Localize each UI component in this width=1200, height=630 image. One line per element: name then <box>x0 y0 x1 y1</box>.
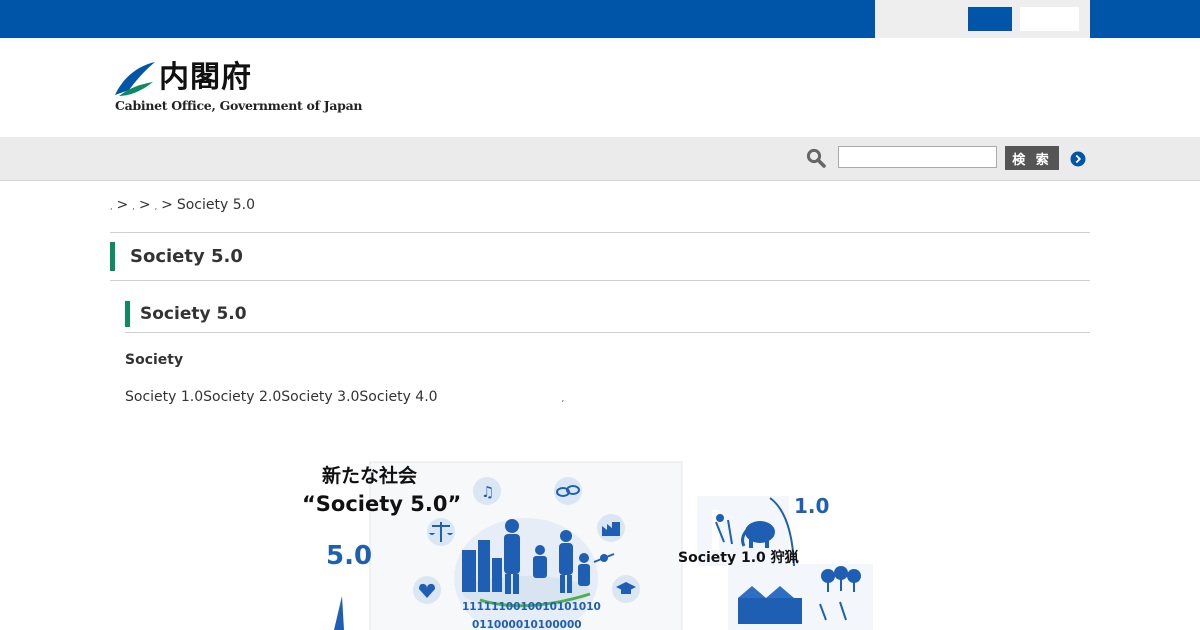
site-logo[interactable]: 内閣府 Cabinet Office, Government of Japan <box>113 58 362 118</box>
search-input[interactable] <box>838 146 997 168</box>
illustration-graphic: 新たな社会 “Society 5.0” 5.0 1.0 Society 1.0 … <box>302 461 873 630</box>
label-1-0: 1.0 <box>794 494 829 518</box>
breadcrumb-link[interactable]: , <box>110 202 113 211</box>
illustration-heading-2: “Society 5.0” <box>302 492 461 516</box>
page-title: Society 5.0 <box>110 242 243 271</box>
subheading: Society <box>125 352 184 368</box>
breadcrumb-link[interactable]: , <box>155 202 158 211</box>
cabinet-office-emblem-icon <box>115 62 155 96</box>
body-paragraph: Society 1.0Society 2.0Society 3.0Society… <box>125 389 564 405</box>
utility-button-primary[interactable] <box>968 7 1012 31</box>
breadcrumb-link[interactable]: , <box>132 202 135 211</box>
paragraph-tail: , <box>561 394 565 403</box>
factory-small-icon <box>597 514 625 542</box>
divider <box>110 232 1090 233</box>
chevron-right-circle-icon[interactable] <box>1070 151 1086 167</box>
utility-button-secondary[interactable] <box>1020 7 1079 31</box>
paragraph-text: Society 1.0Society 2.0Society 3.0Society… <box>125 389 438 405</box>
trees-icon <box>821 566 861 592</box>
link-icon <box>554 477 582 505</box>
society-5-illustration: 新たな社会 “Society 5.0” 5.0 1.0 Society 1.0 … <box>300 458 880 630</box>
section-title: Society 5.0 <box>125 301 247 327</box>
logo-japanese-text: 内閣府 <box>159 60 252 95</box>
illustration-heading-1: 新たな社会 <box>322 464 417 487</box>
scale-icon <box>427 518 455 546</box>
arrow-icon <box>334 596 344 630</box>
music-note-icon: ♫ <box>473 477 501 505</box>
divider <box>110 280 1090 281</box>
binary-text-2: 011000010100000 <box>472 619 582 630</box>
search-icon <box>806 148 826 168</box>
search-button[interactable]: 検 索 <box>1005 146 1059 170</box>
breadcrumb-separator: > <box>116 197 129 213</box>
logo-english-text: Cabinet Office, Government of Japan <box>115 98 363 113</box>
breadcrumb-separator: > <box>161 197 173 213</box>
heart-icon <box>413 576 441 604</box>
breadcrumb-separator: > <box>138 197 151 213</box>
graduation-cap-icon <box>612 575 640 603</box>
binary-text-1: 1111110010010101010 <box>462 601 601 613</box>
svg-text:♫: ♫ <box>481 483 494 501</box>
divider <box>125 332 1090 333</box>
breadcrumb: , >, >, > Society 5.0 <box>110 197 255 213</box>
society-1-caption: Society 1.0 狩猟 <box>678 549 799 566</box>
label-5-0: 5.0 <box>326 541 372 571</box>
breadcrumb-current: Society 5.0 <box>176 197 255 213</box>
